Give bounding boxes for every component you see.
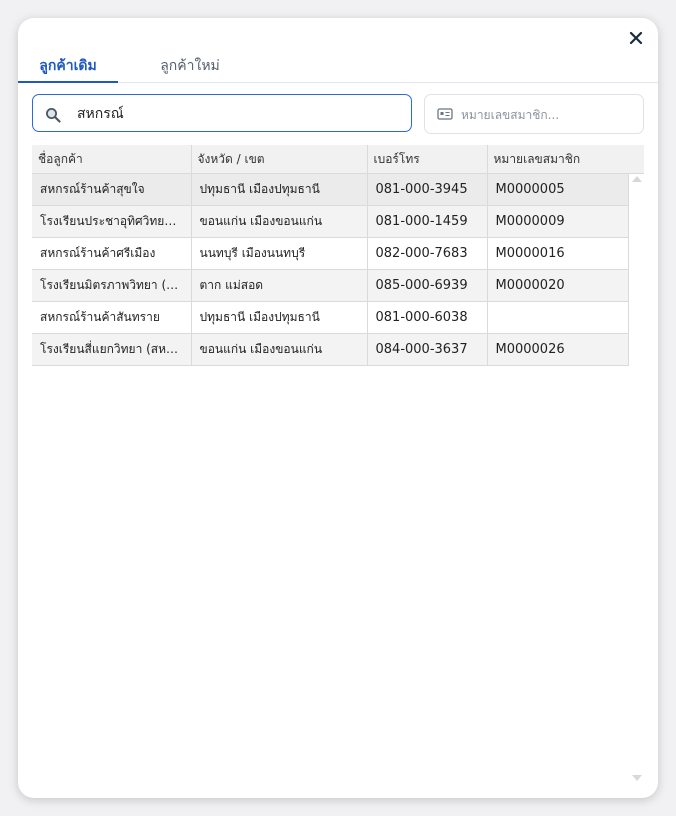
cell-member-number: M0000026 bbox=[487, 333, 629, 366]
id-card-icon bbox=[437, 108, 453, 120]
cell-customer-name: สหกรณ์ร้านค้าสุขใจ bbox=[32, 173, 192, 206]
cell-province: ปทุมธานี เมืองปทุมธานี bbox=[191, 301, 368, 334]
cell-phone: 081-000-6038 bbox=[367, 301, 488, 334]
cell-member-number: M0000009 bbox=[487, 205, 629, 238]
scroll-up-arrow-icon[interactable] bbox=[632, 176, 642, 182]
cell-customer-name: โรงเรียนมิตรภาพวิทยา (ส... bbox=[32, 269, 192, 302]
cell-member-number: M0000005 bbox=[487, 173, 629, 206]
table-row[interactable]: โรงเรียนมิตรภาพวิทยา (ส... ตาก แม่สอด 08… bbox=[32, 269, 629, 302]
customer-search-field[interactable] bbox=[32, 94, 412, 132]
column-header-member[interactable]: หมายเลขสมาชิก bbox=[487, 145, 629, 174]
search-icon bbox=[46, 108, 61, 123]
cell-province: ตาก แม่สอด bbox=[191, 269, 368, 302]
cell-customer-name: สหกรณ์ร้านค้าสันทราย bbox=[32, 301, 192, 334]
cell-province: นนทบุรี เมืองนนทบุรี bbox=[191, 237, 368, 270]
column-header-name[interactable]: ชื่อลูกค้า bbox=[32, 145, 192, 174]
column-header-phone[interactable]: เบอร์โทร bbox=[367, 145, 488, 174]
cell-customer-name: โรงเรียนประชาอุทิศวิทยา... bbox=[32, 205, 192, 238]
close-icon bbox=[629, 31, 643, 45]
tab-new-customers[interactable]: ลูกค้าใหม่ bbox=[140, 54, 240, 82]
cell-member-number: M0000016 bbox=[487, 237, 629, 270]
table-row[interactable]: สหกรณ์ร้านค้าสันทราย ปทุมธานี เมืองปทุมธ… bbox=[32, 301, 629, 334]
table-row[interactable]: สหกรณ์ร้านค้าสุขใจ ปทุมธานี เมืองปทุมธาน… bbox=[32, 173, 629, 206]
scroll-down-arrow-icon[interactable] bbox=[632, 775, 642, 781]
customer-search-input[interactable] bbox=[75, 101, 399, 127]
customer-select-dialog: ลูกค้าเดิม ลูกค้าใหม่ สหกรณ์ หมายเลขสมาช… bbox=[18, 18, 658, 798]
tab-existing-customers[interactable]: ลูกค้าเดิม bbox=[18, 54, 118, 83]
scrollbar-header-cell bbox=[628, 145, 644, 174]
table-header-row: ชื่อลูกค้า จังหวัด / เขต เบอร์โทร หมายเล… bbox=[32, 145, 629, 174]
customer-results-table: ชื่อลูกค้า จังหวัด / เขต เบอร์โทร หมายเล… bbox=[32, 145, 644, 785]
table-row[interactable]: โรงเรียนประชาอุทิศวิทยา... ขอนแก่น เมือง… bbox=[32, 205, 629, 238]
cell-province: ขอนแก่น เมืองขอนแก่น bbox=[191, 333, 368, 366]
cell-phone: 081-000-1459 bbox=[367, 205, 488, 238]
tab-bar: ลูกค้าเดิม ลูกค้าใหม่ bbox=[18, 54, 658, 83]
member-number-field[interactable] bbox=[424, 94, 644, 134]
cell-province: ปทุมธานี เมืองปทุมธานี bbox=[191, 173, 368, 206]
close-button[interactable] bbox=[622, 24, 650, 52]
column-header-province[interactable]: จังหวัด / เขต bbox=[191, 145, 368, 174]
cell-customer-name: โรงเรียนสี่แยกวิทยา (สหก... bbox=[32, 333, 192, 366]
table-row[interactable]: สหกรณ์ร้านค้าศรีเมือง นนทบุรี เมืองนนทบุ… bbox=[32, 237, 629, 270]
cell-province: ขอนแก่น เมืองขอนแก่น bbox=[191, 205, 368, 238]
cell-customer-name: สหกรณ์ร้านค้าศรีเมือง bbox=[32, 237, 192, 270]
cell-phone: 084-000-3637 bbox=[367, 333, 488, 366]
cell-phone: 082-000-7683 bbox=[367, 237, 488, 270]
table-row[interactable]: โรงเรียนสี่แยกวิทยา (สหก... ขอนแก่น เมือ… bbox=[32, 333, 629, 366]
cell-phone: 081-000-3945 bbox=[367, 173, 488, 206]
cell-member-number bbox=[487, 301, 629, 334]
cell-phone: 085-000-6939 bbox=[367, 269, 488, 302]
cell-member-number: M0000020 bbox=[487, 269, 629, 302]
member-number-input[interactable] bbox=[459, 102, 639, 128]
